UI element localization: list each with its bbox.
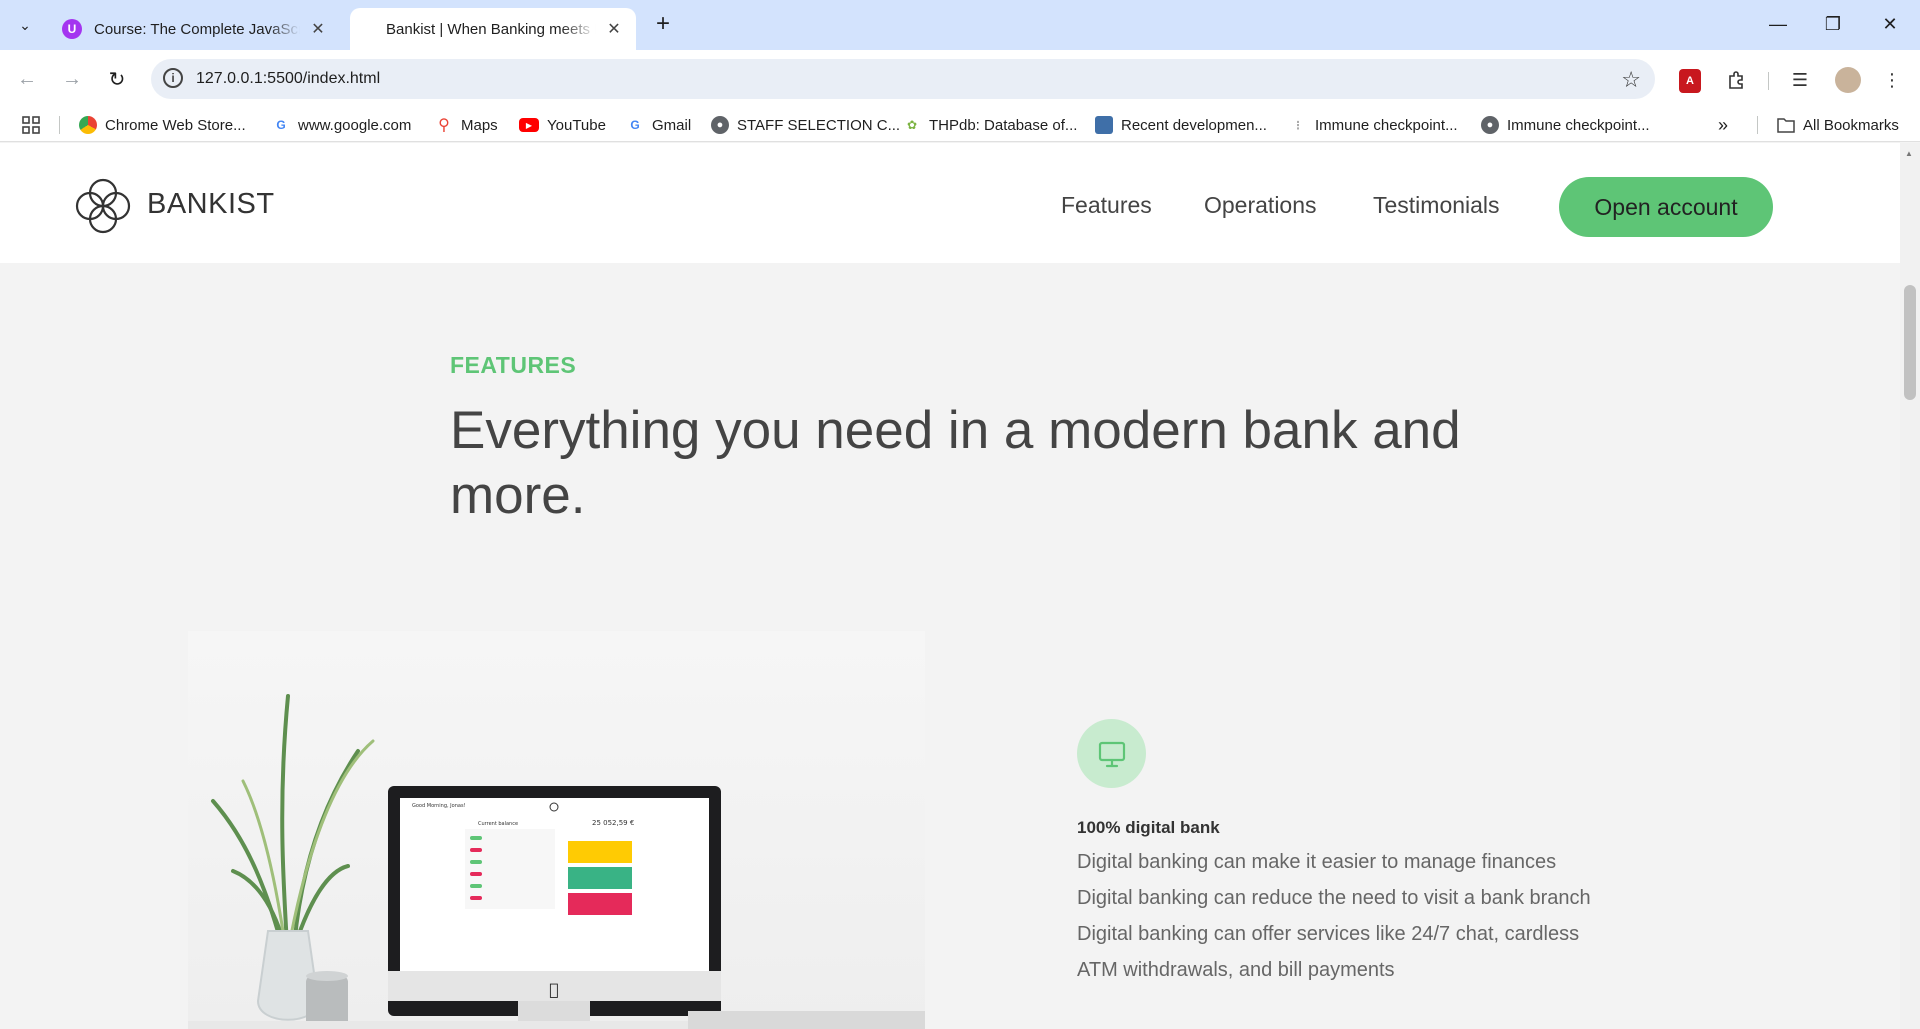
bookmark-staff-selection[interactable]: ● STAFF SELECTION C... — [711, 113, 900, 137]
bookmark-chrome-web-store[interactable]: Chrome Web Store... — [79, 113, 246, 137]
nav-link-testimonials[interactable]: Testimonials — [1373, 192, 1500, 219]
article-icon: ⋮ — [1292, 119, 1304, 132]
bookmark-immune-checkpoint-1[interactable]: ⋮ Immune checkpoint... — [1289, 113, 1458, 137]
screen-balance-title: Current balance — [478, 821, 519, 827]
media-control-icon[interactable]: ☰ — [1786, 66, 1814, 94]
tab-title: Bankist | When Banking meets Minimalist — [386, 20, 596, 38]
thpdb-icon: ✿ — [906, 118, 918, 132]
bookmark-label: Recent developmen... — [1121, 116, 1267, 134]
globe-icon: ● — [711, 116, 729, 134]
globe-icon: ● — [1481, 116, 1499, 134]
bookmark-recent-developments[interactable]: Recent developmen... — [1095, 113, 1267, 137]
all-bookmarks-label: All Bookmarks — [1803, 116, 1899, 134]
bookmark-label: THPdb: Database of... — [929, 116, 1078, 134]
scrollbar-thumb[interactable] — [1904, 285, 1916, 400]
svg-text::  — [549, 980, 559, 999]
profile-avatar[interactable] — [1835, 67, 1861, 93]
bookmark-label: Chrome Web Store... — [105, 116, 246, 134]
extensions-puzzle-icon[interactable] — [1722, 66, 1750, 94]
scroll-up-arrow-icon[interactable]: ▲ — [1905, 149, 1913, 158]
browser-tab-bar: ⌄ U Course: The Complete JavaScript Cour… — [0, 0, 1920, 50]
tab-title: Course: The Complete JavaScript Course 2… — [94, 20, 300, 38]
forward-arrow-icon[interactable]: → — [57, 64, 87, 94]
feature-description: Digital banking can make it easier to ma… — [1077, 851, 1591, 981]
kebab-menu-icon[interactable]: ⋮ — [1878, 66, 1906, 94]
bookmark-label: STAFF SELECTION C... — [737, 116, 901, 134]
close-window-icon[interactable]: ✕ — [1870, 8, 1910, 40]
back-arrow-icon[interactable]: ← — [12, 64, 42, 94]
monitor-icon — [1098, 741, 1125, 767]
browser-toolbar: ← → ↻ i 127.0.0.1:5500/index.html ☆ A ☰ … — [0, 50, 1920, 108]
google-icon: G — [276, 118, 286, 132]
desk-illustration:  — [188, 694, 925, 1029]
bookmark-immune-checkpoint-2[interactable]: ● Immune checkpoint... — [1481, 113, 1650, 137]
minimize-icon[interactable]: — — [1758, 8, 1798, 40]
screen-balance: 25 052,59 € — [592, 819, 635, 827]
bookmark-label: www.google.com — [298, 116, 412, 134]
bookmark-label: Immune checkpoint... — [1507, 116, 1650, 134]
bookmark-youtube[interactable]: ▶ YouTube — [519, 113, 606, 137]
youtube-icon: ▶ — [519, 118, 539, 132]
bankist-logo-icon — [75, 178, 131, 234]
pdf-extension-icon[interactable]: A — [1679, 69, 1701, 93]
chevron-down-icon: ⌄ — [19, 16, 31, 33]
open-account-button[interactable]: Open account — [1559, 177, 1773, 237]
maps-icon: ⚲ — [438, 117, 450, 134]
section-label: FEATURES — [450, 352, 577, 378]
all-bookmarks-folder[interactable]: All Bookmarks — [1777, 113, 1899, 137]
tab-udemy-course[interactable]: U Course: The Complete JavaScript Course… — [50, 8, 340, 50]
close-icon[interactable]: ✕ — [604, 19, 624, 39]
bookmarks-bar: Chrome Web Store... G www.google.com ⚲ M… — [0, 108, 1920, 142]
address-bar[interactable]: i 127.0.0.1:5500/index.html ☆ — [151, 59, 1655, 99]
web-page: BANKIST Features Operations Testimonials… — [0, 143, 1900, 1029]
site-logo-text[interactable]: BANKIST — [147, 188, 275, 221]
screen-greeting: Good Morning, Jonas! — [412, 803, 466, 809]
article-icon — [1095, 116, 1113, 134]
site-navigation: BANKIST Features Operations Testimonials… — [0, 143, 1900, 263]
chrome-web-store-icon — [79, 116, 97, 134]
feature-icon-container — [1077, 719, 1146, 788]
site-info-icon[interactable]: i — [163, 68, 183, 88]
folder-icon — [1777, 116, 1795, 134]
new-tab-button[interactable]: + — [650, 12, 676, 38]
feature-image-digital-bank:  Good Morning, Jonas! Current bala — [188, 631, 925, 1029]
bookmark-label: YouTube — [547, 116, 606, 134]
bookmark-star-icon[interactable]: ☆ — [1621, 67, 1641, 93]
nav-link-operations[interactable]: Operations — [1204, 192, 1317, 219]
nav-link-features[interactable]: Features — [1061, 192, 1152, 219]
tab-bankist[interactable]: Bankist | When Banking meets Minimalist … — [350, 8, 636, 50]
bookmark-gmail[interactable]: G Gmail — [626, 113, 691, 137]
bookmark-label: Immune checkpoint... — [1315, 116, 1458, 134]
reload-icon[interactable]: ↻ — [102, 64, 132, 94]
restore-icon[interactable]: ❐ — [1813, 8, 1853, 40]
feature-title: 100% digital bank — [1077, 818, 1220, 837]
google-icon: G — [630, 118, 640, 132]
apps-grid-icon[interactable] — [21, 113, 41, 137]
url-text[interactable]: 127.0.0.1:5500/index.html — [196, 70, 380, 88]
bookmark-label: Maps — [461, 116, 498, 134]
chevron-double-right-icon[interactable]: » — [1718, 113, 1728, 137]
bookmark-maps[interactable]: ⚲ Maps — [435, 113, 498, 137]
bookmark-label: Gmail — [652, 116, 692, 134]
tab-search-button[interactable]: ⌄ — [10, 10, 40, 40]
bookmark-thpdb[interactable]: ✿ THPdb: Database of... — [903, 113, 1077, 137]
close-icon[interactable]: ✕ — [308, 19, 328, 39]
bookmark-google[interactable]: G www.google.com — [272, 113, 411, 137]
udemy-icon: U — [62, 19, 82, 39]
page-scrollbar[interactable]: ▲ — [1900, 143, 1920, 1029]
section-heading: Everything you need in a modern bank and… — [450, 401, 1461, 525]
